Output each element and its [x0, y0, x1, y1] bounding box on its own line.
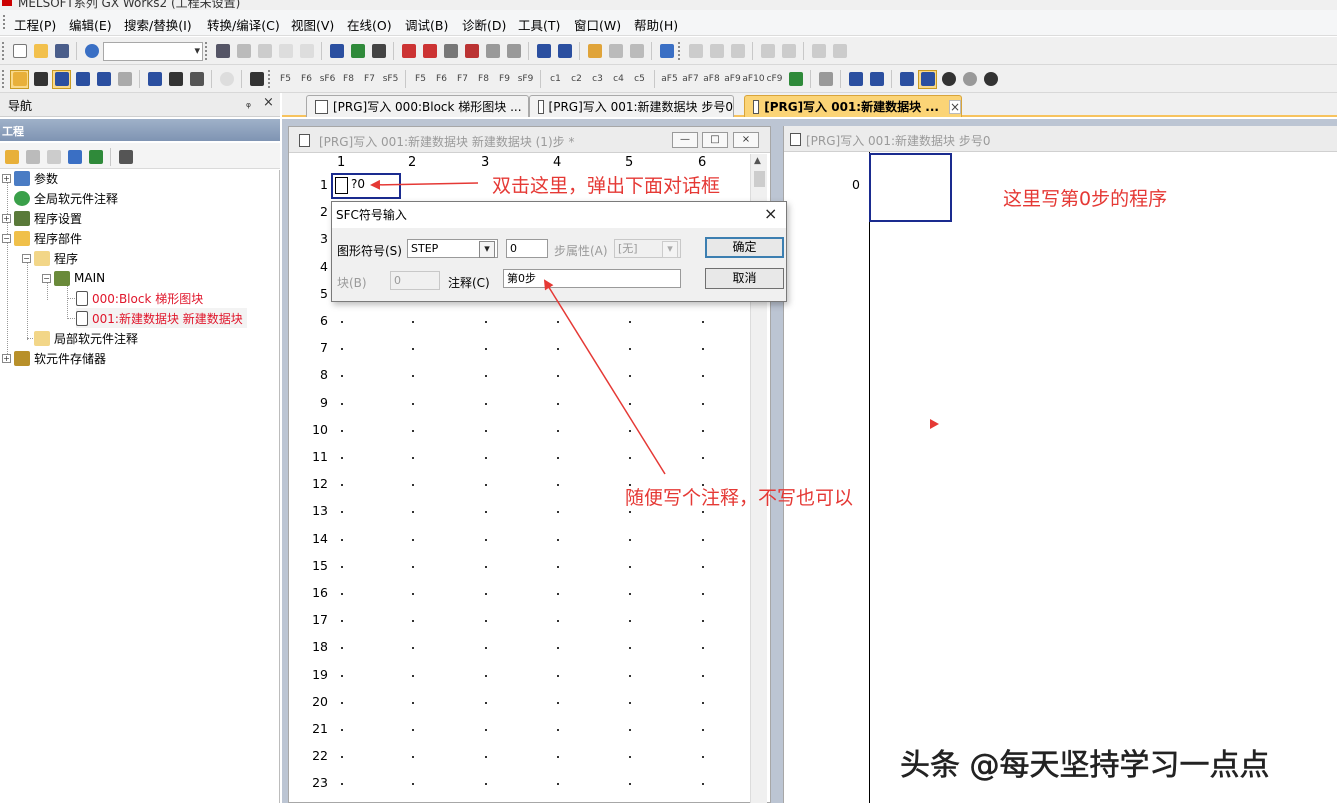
arrow-to-comment — [543, 279, 666, 475]
annotation-step0-program: 这里写第0步的程序 — [1003, 188, 1168, 210]
annotation-arrows — [370, 179, 666, 475]
annotation-comment: 随便写个注释，不写也可以 — [625, 487, 854, 509]
watermark: 头条 @每天坚持学习一点点 — [900, 748, 1270, 784]
annotation-double-click: 双击这里，弹出下面对话框 — [492, 175, 721, 197]
arrow-to-step0 — [370, 179, 479, 190]
